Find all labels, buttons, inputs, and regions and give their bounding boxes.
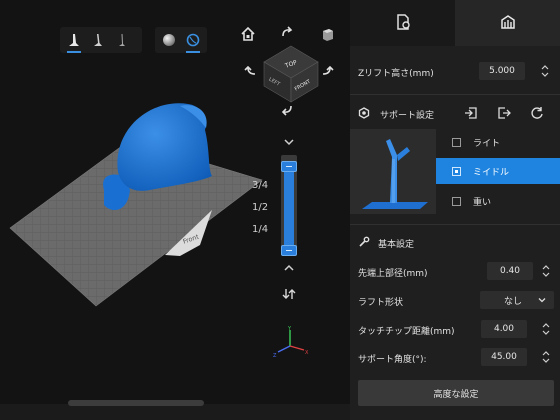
support-angle-label: サポート角度(°): xyxy=(358,355,427,365)
support-option-medium[interactable]: ミイドル xyxy=(436,158,560,184)
support-preview xyxy=(350,129,436,214)
horizontal-scrollbar[interactable] xyxy=(0,404,350,420)
panel-divider xyxy=(350,224,560,225)
support-option-label: ライト xyxy=(473,138,501,149)
support-angle-stepper[interactable] xyxy=(542,348,550,366)
slider-fraction-label: 1/4 xyxy=(252,224,269,235)
support-angle-input[interactable]: 45.00 xyxy=(481,348,527,366)
layer-slider-lower-handle[interactable] xyxy=(281,245,297,256)
axis-gizmo-icon: Y X Z xyxy=(273,326,309,359)
tip-diameter-label: 先端上部径(mm) xyxy=(358,269,428,279)
svg-text:Y: Y xyxy=(287,326,292,332)
tab-support-settings[interactable] xyxy=(455,0,560,46)
checkbox-checked[interactable] xyxy=(452,166,461,176)
import-icon[interactable] xyxy=(464,106,478,123)
slider-fraction-label: 1/2 xyxy=(252,202,269,213)
swap-sort-icon[interactable] xyxy=(282,288,296,303)
layer-slider-upper-handle[interactable] xyxy=(281,161,297,172)
raft-shape-value: なし xyxy=(504,296,523,307)
support-preview-image xyxy=(350,129,436,214)
rotate-left-icon[interactable] xyxy=(244,64,258,81)
advanced-settings-button[interactable]: 高度な設定 xyxy=(358,380,554,406)
z-lift-input[interactable]: 5.000 xyxy=(479,62,525,80)
touch-tip-distance-stepper[interactable] xyxy=(542,320,550,338)
layer-slider-range xyxy=(284,167,294,251)
gear-icon xyxy=(358,107,370,122)
support-option-heavy[interactable]: 重い xyxy=(436,188,560,214)
tip-diameter-input[interactable]: 0.40 xyxy=(487,262,533,280)
support-option-label: ミイドル xyxy=(473,167,510,178)
3d-viewport[interactable]: Front TOP LEFT FRONT 3/4 1/2 1/4 Y X Z xyxy=(0,0,350,420)
tip-diameter-stepper[interactable] xyxy=(542,262,550,280)
checkbox[interactable] xyxy=(452,137,461,147)
checkbox[interactable] xyxy=(452,196,461,206)
touch-tip-distance-input[interactable]: 4.00 xyxy=(481,320,527,338)
slider-fraction-label: 3/4 xyxy=(252,180,269,191)
export-icon[interactable] xyxy=(497,106,511,123)
z-lift-row: Zリフト高さ(mm) xyxy=(350,60,560,84)
home-icon[interactable] xyxy=(240,26,256,45)
support-structure-icon xyxy=(500,14,516,33)
z-lift-stepper[interactable] xyxy=(541,62,549,80)
tab-print-settings[interactable] xyxy=(350,0,455,46)
raft-shape-label: ラフト形状 xyxy=(358,298,404,308)
view-cube[interactable]: TOP LEFT FRONT xyxy=(260,42,322,104)
scrollbar-thumb[interactable] xyxy=(68,400,204,406)
support-option-light[interactable]: ライト xyxy=(436,129,560,155)
z-lift-label: Zリフト高さ(mm) xyxy=(358,68,434,79)
svg-text:X: X xyxy=(305,350,309,356)
support-settings-title: サポート設定 xyxy=(380,111,435,121)
rotate-up-icon[interactable] xyxy=(280,26,294,43)
reset-icon[interactable] xyxy=(530,106,544,123)
support-option-label: 重い xyxy=(473,197,492,208)
rotate-right-icon[interactable] xyxy=(320,64,334,81)
view-cube-area: TOP LEFT FRONT xyxy=(236,20,346,130)
basic-settings-title: 基本設定 xyxy=(378,240,415,250)
touch-tip-distance-label: タッチチップ距離(mm) xyxy=(358,327,455,337)
raft-shape-select[interactable]: なし xyxy=(480,291,554,309)
wrench-icon xyxy=(358,236,370,251)
svg-text:Z: Z xyxy=(273,353,277,359)
panel-divider xyxy=(350,94,560,95)
rotate-down-icon[interactable] xyxy=(280,102,294,119)
perspective-cube-icon[interactable] xyxy=(320,26,336,45)
chevron-down-icon xyxy=(538,296,546,307)
slider-up-icon[interactable] xyxy=(283,138,295,149)
document-settings-icon xyxy=(395,13,411,33)
slider-down-icon[interactable] xyxy=(283,264,295,275)
